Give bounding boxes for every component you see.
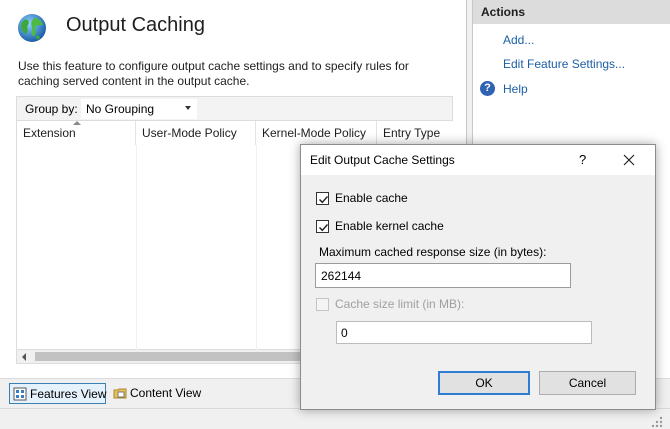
enable-kernel-cache-label[interactable]: Enable kernel cache [335, 219, 444, 233]
edit-feature-settings-link[interactable]: Edit Feature Settings... [503, 57, 625, 71]
cache-size-limit-label: Cache size limit (in MB): [335, 297, 465, 311]
column-header-user-mode-policy[interactable]: User-Mode Policy [136, 121, 256, 145]
group-by-bar: Group by: No Grouping [16, 96, 453, 120]
enable-cache-checkbox[interactable] [316, 192, 329, 205]
column-header-kernel-mode-policy[interactable]: Kernel-Mode Policy [256, 121, 377, 145]
column-header-label: User-Mode Policy [142, 126, 237, 140]
checkmark-icon [319, 224, 329, 232]
dialog-titlebar: Edit Output Cache Settings ? [301, 145, 655, 175]
column-header-label: Kernel-Mode Policy [262, 126, 367, 140]
column-header-entry-type[interactable]: Entry Type [377, 121, 454, 145]
column-header-label: Extension [23, 126, 76, 140]
cancel-button[interactable]: Cancel [539, 371, 636, 395]
ok-button[interactable]: OK [438, 371, 530, 395]
features-view-icon [13, 387, 27, 401]
dialog-title: Edit Output Cache Settings [310, 153, 455, 167]
content-view-tab[interactable]: Content View [110, 383, 210, 404]
close-icon[interactable] [619, 150, 639, 170]
group-by-label: Group by: [25, 102, 78, 116]
actions-title: Actions [481, 5, 526, 19]
chevron-down-icon [185, 106, 191, 110]
group-by-dropdown[interactable]: No Grouping [81, 99, 197, 119]
enable-cache-label[interactable]: Enable cache [335, 191, 408, 205]
status-bar [0, 408, 670, 429]
column-divider [256, 145, 257, 351]
column-header-extension[interactable]: Extension [17, 121, 136, 145]
enable-kernel-cache-checkbox[interactable] [316, 220, 329, 233]
feature-description: Use this feature to configure output cac… [18, 59, 409, 88]
cache-size-limit-input [336, 321, 592, 344]
features-view-tab[interactable]: Features View [9, 383, 106, 404]
scroll-left-icon[interactable] [22, 353, 26, 361]
features-view-label: Features View [30, 387, 107, 401]
globe-icon [18, 14, 46, 42]
sort-ascending-icon [73, 121, 81, 125]
help-button[interactable]: ? [579, 152, 586, 167]
page-title: Output Caching [66, 14, 205, 36]
help-link[interactable]: Help [503, 82, 528, 96]
add-action-link[interactable]: Add... [503, 33, 534, 47]
group-by-value: No Grouping [86, 102, 155, 116]
column-header-label: Entry Type [383, 126, 441, 140]
checkmark-icon [319, 196, 329, 204]
content-view-icon [113, 388, 127, 399]
cache-size-limit-checkbox [316, 298, 329, 311]
resize-grip-icon[interactable] [650, 415, 664, 429]
content-view-label: Content View [130, 386, 202, 400]
max-response-size-label: Maximum cached response size (in bytes): [319, 245, 547, 259]
max-response-size-input[interactable] [315, 263, 571, 288]
help-icon[interactable]: ? [480, 81, 495, 96]
actions-header: Actions [473, 0, 670, 24]
edit-output-cache-settings-dialog: Edit Output Cache Settings ? Enable cach… [300, 144, 656, 410]
column-divider [136, 145, 137, 351]
